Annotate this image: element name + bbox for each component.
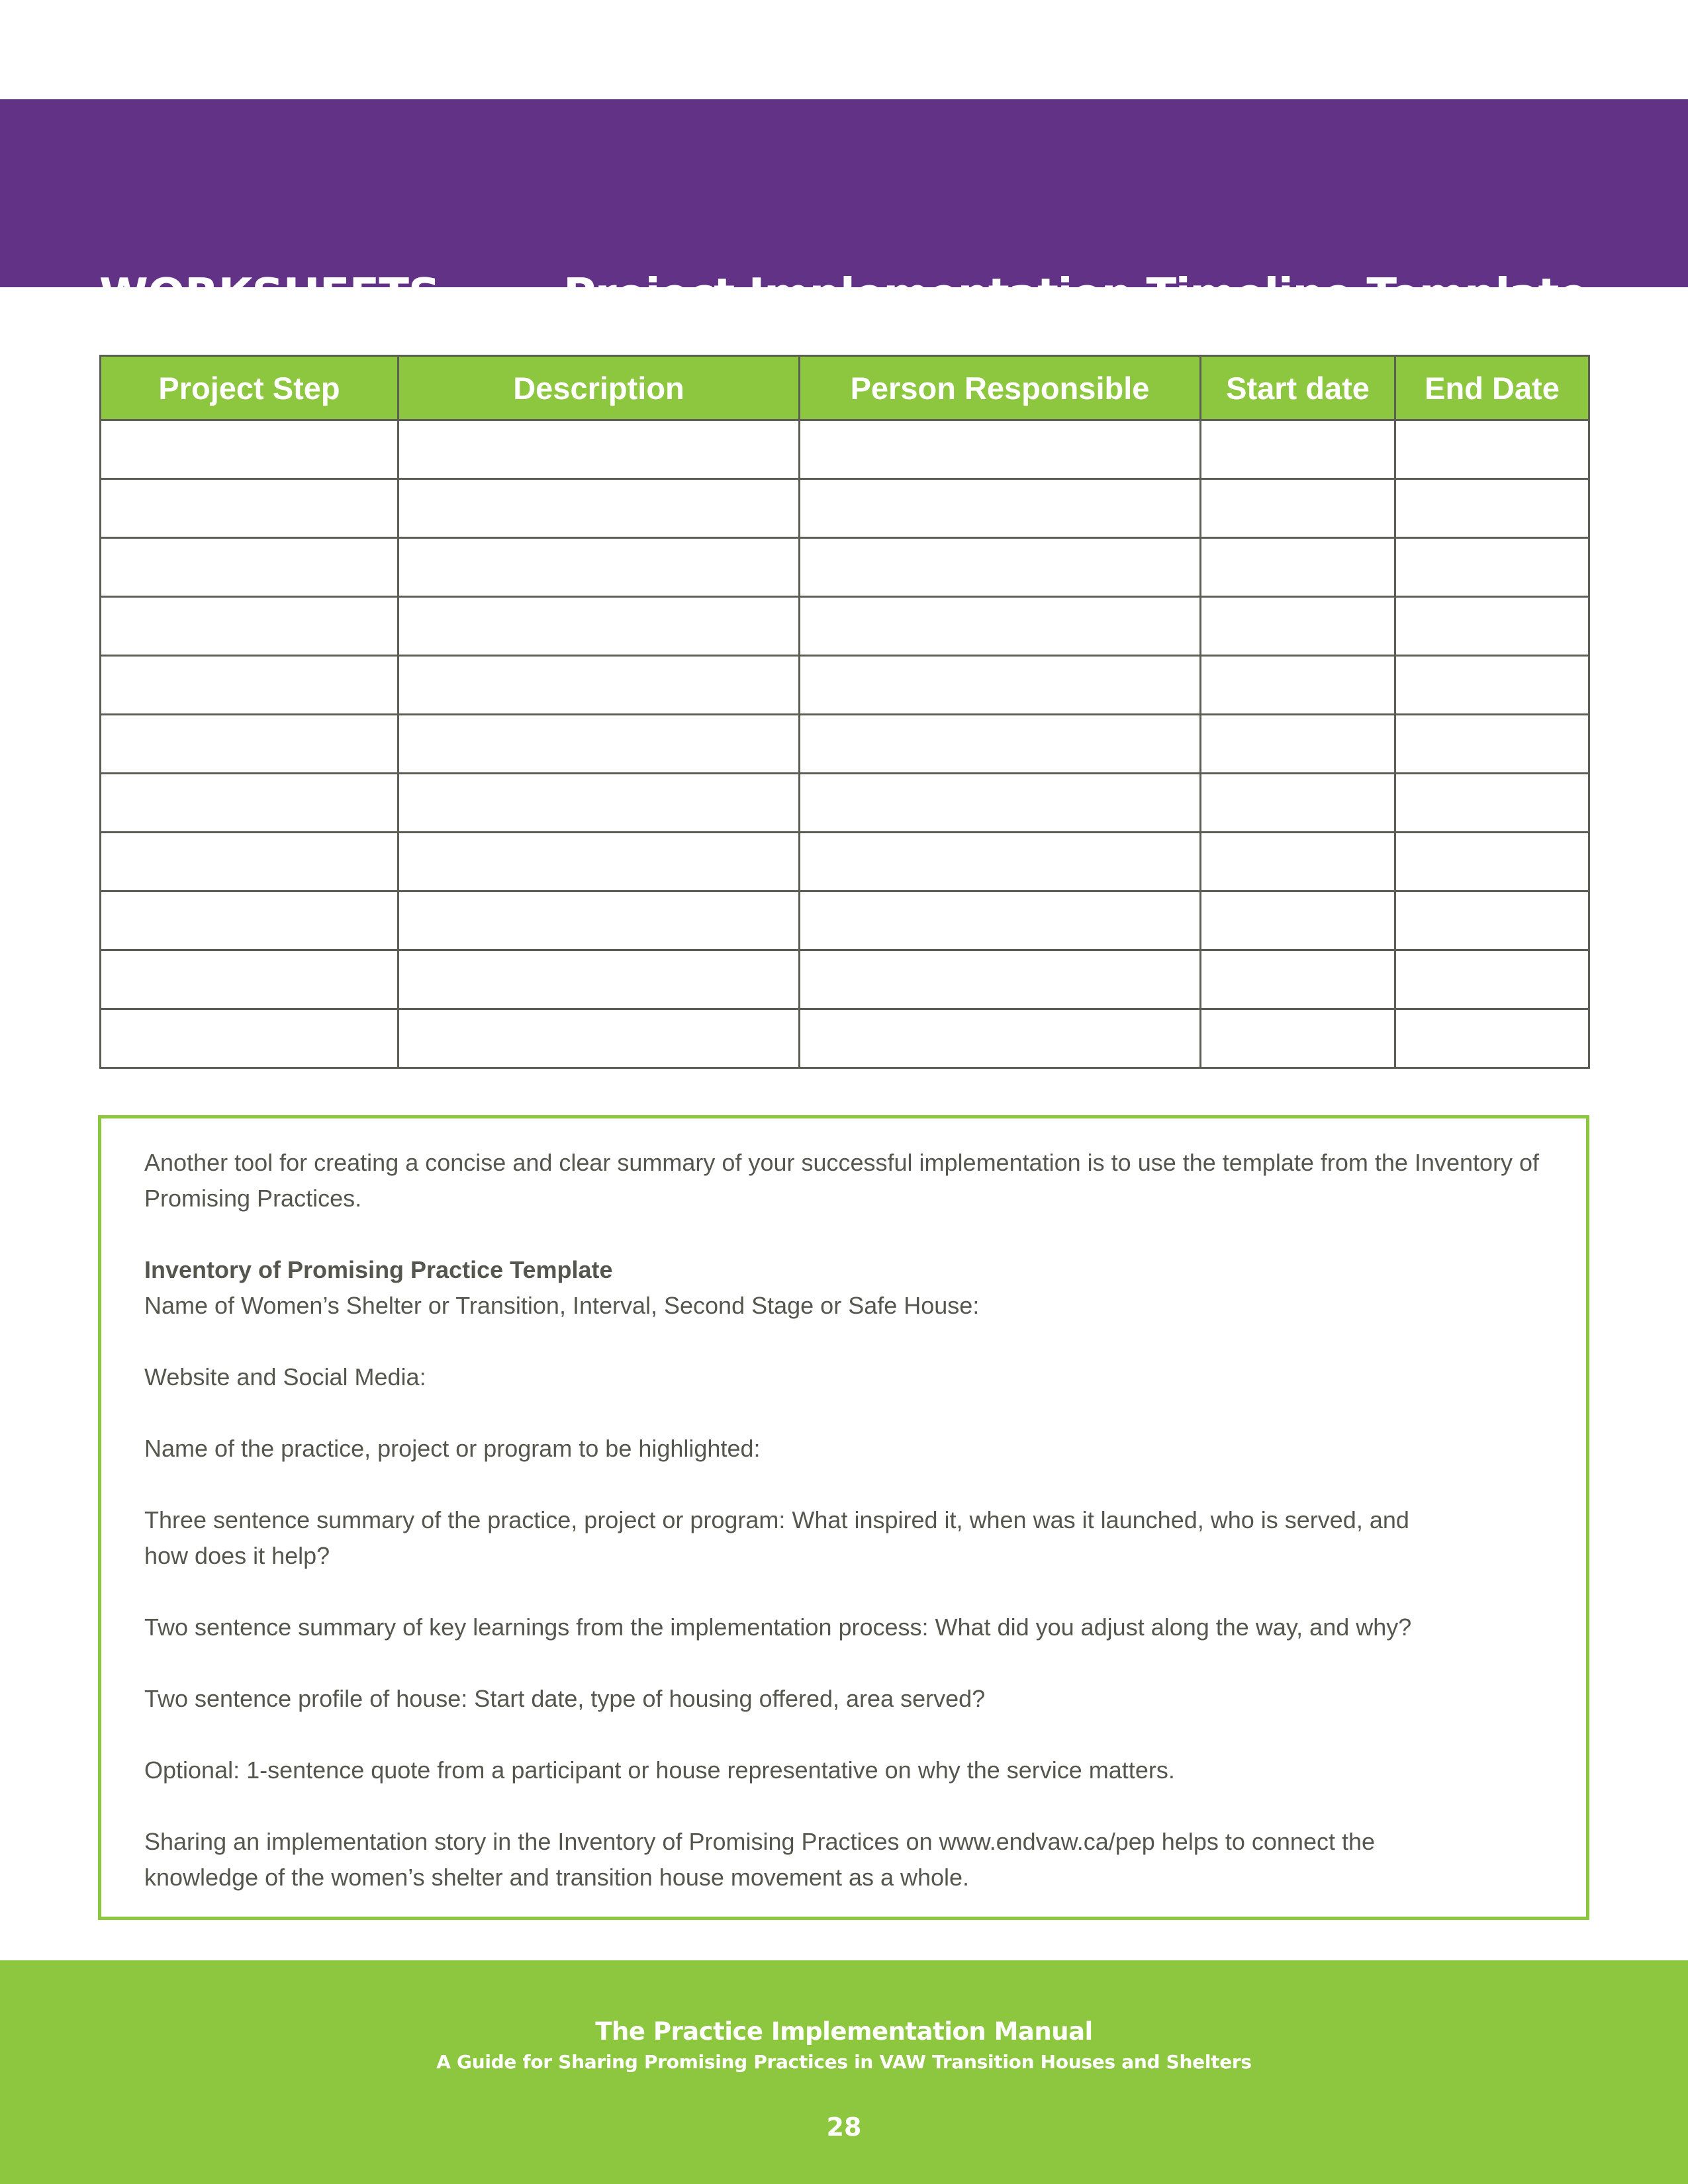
header-banner: WORKSHEETS Project Implementation Timeli… bbox=[0, 99, 1688, 320]
cell-project-step[interactable] bbox=[99, 713, 399, 774]
page-number: 28 bbox=[826, 2113, 862, 2142]
cell-project-step[interactable] bbox=[99, 537, 399, 598]
cell-description[interactable] bbox=[397, 772, 800, 833]
cell-project-step[interactable] bbox=[99, 1008, 399, 1069]
timeline-table: Project Step Description Person Responsi… bbox=[99, 355, 1590, 1069]
promising-practice-template-box: Another tool for creating a concise and … bbox=[98, 1115, 1589, 1920]
field-three-sentence-summary: Three sentence summary of the practice, … bbox=[144, 1506, 1409, 1569]
column-header-end-date: End Date bbox=[1394, 355, 1590, 421]
cell-description[interactable] bbox=[397, 890, 800, 951]
cell-description[interactable] bbox=[397, 537, 800, 598]
table-row bbox=[99, 831, 1590, 892]
field-key-learnings: Two sentence summary of key learnings fr… bbox=[144, 1614, 1412, 1641]
cell-start-date[interactable] bbox=[1199, 831, 1396, 892]
cell-person-responsible[interactable] bbox=[798, 537, 1201, 598]
cell-description[interactable] bbox=[397, 478, 800, 539]
cell-end-date[interactable] bbox=[1394, 537, 1590, 598]
cell-end-date[interactable] bbox=[1394, 596, 1590, 657]
table-row bbox=[99, 713, 1590, 774]
footer-title: The Practice Implementation Manual bbox=[595, 2017, 1093, 2046]
cell-project-step[interactable] bbox=[99, 419, 399, 480]
cell-description[interactable] bbox=[397, 831, 800, 892]
cell-person-responsible[interactable] bbox=[798, 478, 1201, 539]
cell-description[interactable] bbox=[397, 596, 800, 657]
field-house-profile: Two sentence profile of house: Start dat… bbox=[144, 1685, 986, 1712]
section-label: WORKSHEETS bbox=[99, 269, 440, 320]
field-website-social: Website and Social Media: bbox=[144, 1363, 426, 1390]
cell-description[interactable] bbox=[397, 655, 800, 715]
footer-subtitle: A Guide for Sharing Promising Practices … bbox=[436, 2051, 1252, 2073]
template-heading: Inventory of Promising Practice Template bbox=[144, 1256, 613, 1283]
table-row bbox=[99, 537, 1590, 598]
field-practice-name: Name of the practice, project or program… bbox=[144, 1435, 761, 1462]
table-row bbox=[99, 949, 1590, 1010]
cell-end-date[interactable] bbox=[1394, 831, 1590, 892]
field-shelter-name: Name of Women’s Shelter or Transition, I… bbox=[144, 1292, 980, 1319]
cell-description[interactable] bbox=[397, 713, 800, 774]
table-row bbox=[99, 772, 1590, 833]
column-header-start-date: Start date bbox=[1199, 355, 1396, 421]
table-row bbox=[99, 596, 1590, 657]
cell-project-step[interactable] bbox=[99, 890, 399, 951]
cell-person-responsible[interactable] bbox=[798, 831, 1201, 892]
table-row bbox=[99, 655, 1590, 715]
cell-person-responsible[interactable] bbox=[798, 949, 1201, 1010]
table-row bbox=[99, 1008, 1590, 1069]
cell-person-responsible[interactable] bbox=[798, 1008, 1201, 1069]
cell-person-responsible[interactable] bbox=[798, 772, 1201, 833]
cell-person-responsible[interactable] bbox=[798, 713, 1201, 774]
cell-start-date[interactable] bbox=[1199, 1008, 1396, 1069]
cell-start-date[interactable] bbox=[1199, 949, 1396, 1010]
cell-project-step[interactable] bbox=[99, 772, 399, 833]
page-footer: The Practice Implementation Manual A Gui… bbox=[0, 1960, 1688, 2184]
field-optional-quote: Optional: 1-sentence quote from a partic… bbox=[144, 1756, 1175, 1784]
cell-project-step[interactable] bbox=[99, 949, 399, 1010]
cell-person-responsible[interactable] bbox=[798, 596, 1201, 657]
cell-end-date[interactable] bbox=[1394, 949, 1590, 1010]
table-row bbox=[99, 419, 1590, 480]
cell-start-date[interactable] bbox=[1199, 772, 1396, 833]
column-header-person-responsible: Person Responsible bbox=[798, 355, 1201, 421]
cell-end-date[interactable] bbox=[1394, 478, 1590, 539]
cell-end-date[interactable] bbox=[1394, 1008, 1590, 1069]
cell-person-responsible[interactable] bbox=[798, 655, 1201, 715]
intro-paragraph: Another tool for creating a concise and … bbox=[144, 1149, 1540, 1212]
table-row bbox=[99, 890, 1590, 951]
cell-start-date[interactable] bbox=[1199, 713, 1396, 774]
cell-end-date[interactable] bbox=[1394, 890, 1590, 951]
cell-start-date[interactable] bbox=[1199, 537, 1396, 598]
page-title: Project Implementation Timeline Template bbox=[563, 269, 1589, 320]
cell-start-date[interactable] bbox=[1199, 596, 1396, 657]
column-header-project-step: Project Step bbox=[99, 355, 399, 421]
column-header-description: Description bbox=[397, 355, 800, 421]
cell-end-date[interactable] bbox=[1394, 655, 1590, 715]
closing-paragraph: Sharing an implementation story in the I… bbox=[144, 1828, 1376, 1891]
cell-start-date[interactable] bbox=[1199, 478, 1396, 539]
table-header-row: Project Step Description Person Responsi… bbox=[99, 355, 1590, 421]
cell-project-step[interactable] bbox=[99, 596, 399, 657]
cell-start-date[interactable] bbox=[1199, 890, 1396, 951]
cell-person-responsible[interactable] bbox=[798, 419, 1201, 480]
cell-project-step[interactable] bbox=[99, 655, 399, 715]
cell-description[interactable] bbox=[397, 1008, 800, 1069]
cell-end-date[interactable] bbox=[1394, 713, 1590, 774]
table-row bbox=[99, 478, 1590, 539]
cell-end-date[interactable] bbox=[1394, 419, 1590, 480]
cell-start-date[interactable] bbox=[1199, 655, 1396, 715]
cell-person-responsible[interactable] bbox=[798, 890, 1201, 951]
cell-start-date[interactable] bbox=[1199, 419, 1396, 480]
cell-project-step[interactable] bbox=[99, 831, 399, 892]
cell-description[interactable] bbox=[397, 949, 800, 1010]
cell-project-step[interactable] bbox=[99, 478, 399, 539]
cell-end-date[interactable] bbox=[1394, 772, 1590, 833]
cell-description[interactable] bbox=[397, 419, 800, 480]
